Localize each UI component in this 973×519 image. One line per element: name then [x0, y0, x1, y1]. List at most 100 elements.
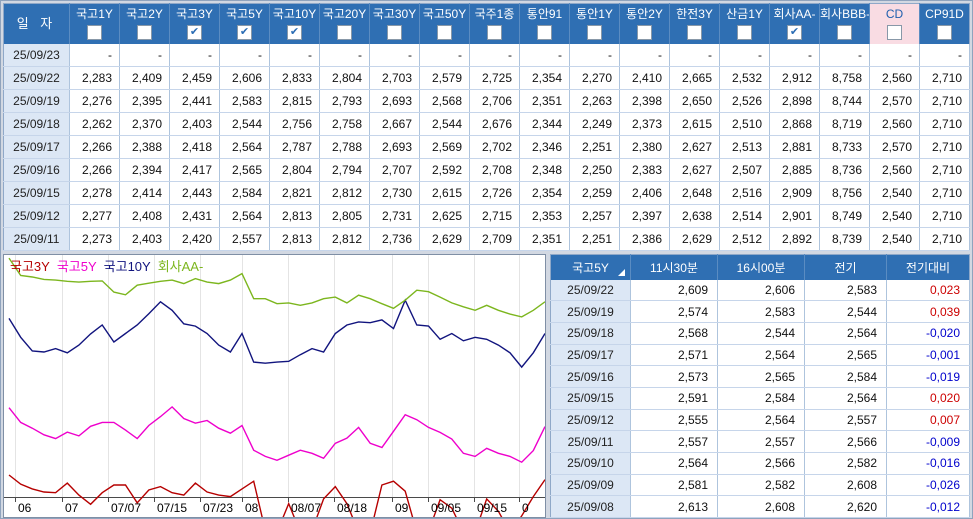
- yield-row-25/09/17[interactable]: 25/09/17 2,266 2,388 2,418 2,564 2,787 2,788 2,…: [3, 135, 970, 159]
- date-cell: 25/09/15: [550, 387, 631, 410]
- quote-row-25/09/11[interactable]: 25/09/11 2,557 2,557 2,566 -0,009: [550, 430, 970, 454]
- quote-row-25/09/19[interactable]: 25/09/19 2,574 2,583 2,544 0,039: [550, 300, 970, 324]
- column-checkbox-국고30Y[interactable]: [387, 25, 402, 40]
- column-checkbox-회사BBB-[interactable]: [837, 25, 852, 40]
- yield-cell: 2,592: [419, 158, 470, 182]
- column-checkbox-통안1Y[interactable]: [587, 25, 602, 40]
- yield-row-25/09/16[interactable]: 25/09/16 2,266 2,394 2,417 2,565 2,804 2,794 2,…: [3, 158, 970, 182]
- column-checkbox-한전3Y[interactable]: [687, 25, 702, 40]
- quote-row-25/09/10[interactable]: 25/09/10 2,564 2,566 2,582 -0,016: [550, 452, 970, 475]
- quote-column-header-국고5Y[interactable]: 국고5Y: [550, 254, 631, 280]
- yield-cell: 2,564: [219, 204, 270, 228]
- yield-cell: 2,251: [569, 135, 620, 159]
- quote-row-25/09/17[interactable]: 25/09/17 2,571 2,564 2,565 -0,001: [550, 344, 970, 367]
- column-header-국고30Y[interactable]: 국고30Y: [369, 3, 420, 44]
- legend-item-국고5Y: 국고5Y: [56, 259, 97, 274]
- date-cell: 25/09/22: [550, 280, 631, 302]
- prev-value-cell: 2,582: [804, 452, 887, 475]
- column-header-통안1Y[interactable]: 통안1Y: [569, 3, 620, 44]
- column-checkbox-국고50Y[interactable]: [437, 25, 452, 40]
- yield-row-25/09/18[interactable]: 25/09/18 2,262 2,370 2,403 2,544 2,756 2,758 2,…: [3, 112, 970, 136]
- yield-cell: 2,276: [69, 89, 120, 113]
- column-header-국고50Y[interactable]: 국고50Y: [419, 3, 470, 44]
- yield-cell: 2,650: [669, 89, 720, 113]
- yield-cell: 2,579: [419, 66, 470, 90]
- date-cell: 25/09/18: [550, 322, 631, 345]
- column-header-국고1Y[interactable]: 국고1Y: [69, 3, 120, 44]
- yield-cell: 2,557: [219, 227, 270, 251]
- prev-value-cell: 2,544: [804, 300, 887, 324]
- quote-row-25/09/22[interactable]: 25/09/22 2,609 2,606 2,583 0,023: [550, 280, 970, 302]
- yield-row-25/09/19[interactable]: 25/09/19 2,276 2,395 2,441 2,583 2,815 2,793 2,…: [3, 89, 970, 113]
- yield-cell: -: [619, 44, 670, 67]
- column-header-국고2Y[interactable]: 국고2Y: [119, 3, 170, 44]
- series-line-국고3Y: [8, 474, 545, 517]
- date-cell: 25/09/16: [3, 158, 70, 182]
- x-tick-label: 08/07: [291, 501, 322, 515]
- quote-column-header-전기대비[interactable]: 전기대비: [886, 254, 970, 280]
- yield-cell: 8,736: [819, 158, 870, 182]
- quote-row-25/09/09[interactable]: 25/09/09 2,581 2,582 2,608 -0,026: [550, 474, 970, 497]
- yield-row-25/09/12[interactable]: 25/09/12 2,277 2,408 2,431 2,564 2,813 2,805 2,…: [3, 204, 970, 228]
- column-header-국고20Y[interactable]: 국고20Y: [319, 3, 370, 44]
- quote-row-25/09/08[interactable]: 25/09/08 2,613 2,608 2,620 -0,012: [550, 495, 970, 518]
- column-checkbox-국고2Y[interactable]: [137, 25, 152, 40]
- column-header-산금1Y[interactable]: 산금1Y: [719, 3, 770, 44]
- column-checkbox-국고10Y[interactable]: ✔: [287, 25, 302, 40]
- column-header-국고10Y[interactable]: 국고10Y ✔: [269, 3, 320, 44]
- x-tick-label: 07: [65, 501, 79, 515]
- quote-column-header-11시30분[interactable]: 11시30분: [630, 254, 718, 280]
- column-checkbox-통안2Y[interactable]: [637, 25, 652, 40]
- quote-column-header-전기[interactable]: 전기: [804, 254, 887, 280]
- quote-row-25/09/12[interactable]: 25/09/12 2,555 2,564 2,557 0,007: [550, 409, 970, 432]
- yield-row-25/09/11[interactable]: 25/09/11 2,273 2,403 2,420 2,557 2,813 2,812 2,…: [3, 227, 970, 251]
- column-header-국주1종[interactable]: 국주1종: [469, 3, 520, 44]
- prev-value-cell: 2,564: [804, 322, 887, 345]
- column-header-한전3Y[interactable]: 한전3Y: [669, 3, 720, 44]
- change-cell: -0,019: [886, 365, 970, 389]
- column-header-통안91[interactable]: 통안91: [519, 3, 570, 44]
- yield-row-25/09/15[interactable]: 25/09/15 2,278 2,414 2,443 2,584 2,821 2,812 2,…: [3, 181, 970, 205]
- column-header-CP91D[interactable]: CP91D: [919, 3, 970, 44]
- yield-cell: 2,901: [769, 204, 820, 228]
- quote-row-25/09/16[interactable]: 25/09/16 2,573 2,565 2,584 -0,019: [550, 365, 970, 389]
- column-checkbox-국고5Y[interactable]: ✔: [237, 25, 252, 40]
- column-checkbox-통안91[interactable]: [537, 25, 552, 40]
- column-checkbox-CD[interactable]: [887, 25, 902, 40]
- column-checkbox-CP91D[interactable]: [937, 25, 952, 40]
- column-checkbox-국고1Y[interactable]: [87, 25, 102, 40]
- column-checkbox-회사AA-[interactable]: ✔: [787, 25, 802, 40]
- column-checkbox-국주1종[interactable]: [487, 25, 502, 40]
- column-header-CD[interactable]: CD: [869, 3, 920, 44]
- column-header-국고5Y[interactable]: 국고5Y ✔: [219, 3, 270, 44]
- column-header-회사AA-[interactable]: 회사AA- ✔: [769, 3, 820, 44]
- yield-cell: 2,277: [69, 204, 120, 228]
- column-checkbox-국고3Y[interactable]: ✔: [187, 25, 202, 40]
- change-cell: 0,023: [886, 280, 970, 302]
- yield-cell: 2,710: [919, 158, 970, 182]
- column-header-국고3Y[interactable]: 국고3Y ✔: [169, 3, 220, 44]
- yield-cell: 2,606: [219, 66, 270, 90]
- yield-cell: 2,270: [569, 66, 620, 90]
- column-checkbox-국고20Y[interactable]: [337, 25, 352, 40]
- yield-cell: 2,373: [619, 112, 670, 136]
- column-checkbox-산금1Y[interactable]: [737, 25, 752, 40]
- yield-cell: 2,431: [169, 204, 220, 228]
- yield-cell: 2,410: [619, 66, 670, 90]
- quote-column-header-16시00분[interactable]: 16시00분: [717, 254, 805, 280]
- quote-row-25/09/15[interactable]: 25/09/15 2,591 2,584 2,564 0,020: [550, 387, 970, 410]
- yield-row-25/09/22[interactable]: 25/09/22 2,283 2,409 2,459 2,606 2,833 2,804 2,…: [3, 66, 970, 90]
- column-header-회사BBB-[interactable]: 회사BBB-: [819, 3, 870, 44]
- yield-cell: 2,898: [769, 89, 820, 113]
- yield-cell: -: [419, 44, 470, 67]
- value-1600-cell: 2,608: [717, 495, 805, 518]
- value-1130-cell: 2,591: [630, 387, 718, 410]
- yield-row-25/09/23[interactable]: 25/09/23- - - - - - - - - - - - - - - - - -: [3, 44, 970, 67]
- quote-row-25/09/18[interactable]: 25/09/18 2,568 2,544 2,564 -0,020: [550, 322, 970, 345]
- change-cell: 0,007: [886, 409, 970, 432]
- value-1600-cell: 2,606: [717, 280, 805, 302]
- prev-value-cell: 2,564: [804, 387, 887, 410]
- value-1130-cell: 2,609: [630, 280, 718, 302]
- yield-cell: 2,676: [469, 112, 520, 136]
- column-header-통안2Y[interactable]: 통안2Y: [619, 3, 670, 44]
